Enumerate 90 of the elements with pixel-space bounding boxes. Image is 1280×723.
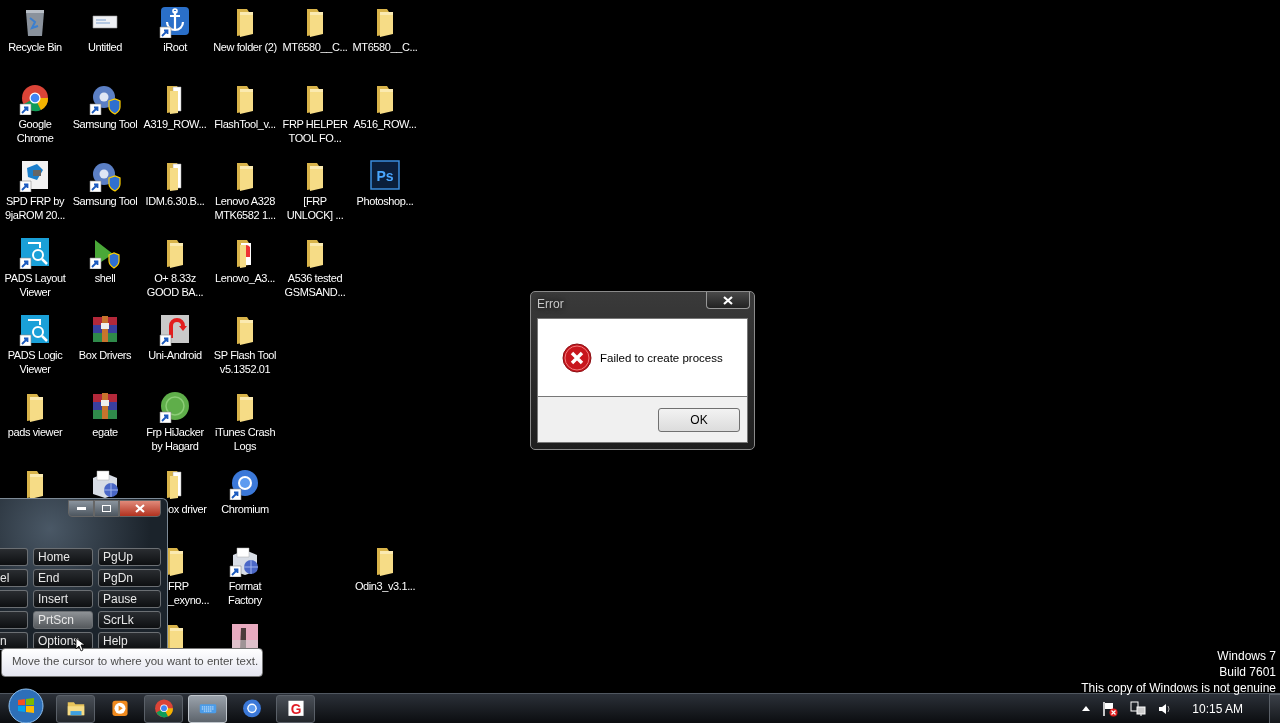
icon-label: Format Factory — [227, 579, 263, 607]
icon-label: Chromium — [220, 502, 270, 516]
icon-label: PADS Layout Viewer — [3, 271, 67, 299]
icon-label: FRP _exyno... — [168, 579, 211, 607]
icon-label: A536 tested GSMSAND... — [283, 271, 347, 299]
icon-label: Uni-Android — [147, 348, 203, 362]
installer-icon[interactable] — [229, 545, 261, 577]
close-button[interactable] — [706, 292, 750, 309]
tooltip: Move the cursor to where you want to enter text. — [1, 648, 263, 677]
minimize-icon — [76, 507, 86, 510]
icon-label: Photoshop... — [355, 194, 415, 208]
error-icon — [562, 342, 592, 373]
icon-label: New folder (2) — [212, 40, 278, 54]
icon-label: SP Flash Tool v5.1352.01 — [212, 348, 278, 376]
maximize-icon — [102, 505, 111, 512]
keyboard-key[interactable]: Pause — [98, 590, 161, 608]
keyboard-key[interactable]: el — [0, 569, 28, 587]
keyboard-key[interactable] — [0, 590, 28, 608]
icon-label: Samsung Tool — [71, 117, 139, 131]
flag-alert-icon[interactable] — [1102, 700, 1119, 717]
icon-label: O+ 8.33z GOOD BA... — [145, 271, 205, 299]
taskbar-button[interactable] — [144, 694, 183, 723]
icon-label: Frp HiJacker by Hagard — [145, 425, 205, 453]
icon-label: pads viewer — [6, 425, 64, 439]
speaker-icon[interactable] — [1158, 701, 1173, 716]
browser-icon[interactable] — [19, 83, 51, 115]
icon-label: A516_ROW... — [352, 117, 418, 131]
chart-search-icon[interactable] — [19, 314, 51, 346]
icon-label: Samsung Tool — [71, 194, 139, 208]
taskbar-button[interactable]: G — [276, 694, 315, 723]
keyboard-key[interactable]: n — [0, 632, 28, 649]
icon-label: shell — [93, 271, 117, 285]
keyboard-key[interactable]: End — [33, 569, 93, 587]
dialog-title: Error — [537, 297, 564, 313]
taskbar-button[interactable] — [188, 694, 227, 723]
icon-label: PADS Logic Viewer — [6, 348, 64, 376]
browser-icon[interactable] — [152, 697, 175, 720]
browser-icon[interactable] — [229, 468, 261, 500]
icon-label: ox driver — [168, 502, 208, 516]
keyboard-key[interactable]: Insert — [33, 590, 93, 608]
keyboard-key[interactable]: PgDn — [98, 569, 161, 587]
network-icon[interactable] — [1130, 700, 1147, 717]
watermark-text: Windows 7 — [1217, 648, 1276, 664]
gear-shield-icon[interactable] — [89, 83, 121, 115]
icon-label: iTunes Crash Logs — [213, 425, 277, 453]
icon-label: Recycle Bin — [7, 40, 63, 54]
clock[interactable]: 10:15 AM — [1192, 701, 1243, 716]
close-button[interactable] — [119, 500, 161, 517]
keyboard-key[interactable]: ScrLk — [98, 611, 161, 629]
round-app-icon[interactable] — [159, 391, 191, 423]
icon-label: FlashTool_v... — [213, 117, 277, 131]
icon-label: Lenovo A328 MTK6582 1... — [213, 194, 277, 222]
watermark-text: This copy of Windows is not genuine — [1081, 680, 1276, 696]
error-message: Failed to create process — [600, 351, 723, 364]
close-icon — [723, 295, 733, 305]
icon-label: SPD FRP by 9jaROM 20... — [4, 194, 66, 222]
icon-label: Odin3_v3.1... — [353, 579, 417, 593]
icon-label: Untitled — [86, 40, 124, 54]
chart-search-icon[interactable] — [19, 237, 51, 269]
icon-label: IDM.6.30.B... — [144, 194, 206, 208]
keyboard-key[interactable]: PgUp — [98, 548, 161, 566]
browser-icon[interactable] — [240, 697, 263, 720]
icon-label: FRP HELPER TOOL FO... — [281, 117, 349, 145]
tool-icon[interactable] — [19, 160, 51, 192]
close-icon — [135, 504, 145, 513]
watermark-text: Build 7601 — [1219, 664, 1276, 680]
keyboard-key[interactable] — [0, 611, 28, 629]
keyboard-key[interactable] — [0, 548, 28, 566]
gear-shield-icon[interactable] — [89, 160, 121, 192]
icon-label: MT6580__C... — [351, 40, 419, 54]
icon-label: MT6580__C... — [281, 40, 349, 54]
keyboard-key[interactable]: PrtScn — [33, 611, 93, 629]
icon-label: [FRP UNLOCK] ... — [285, 194, 345, 222]
start-button[interactable] — [8, 687, 44, 723]
icon-label: iRoot — [162, 40, 189, 54]
keyboard-key[interactable]: Home — [33, 548, 93, 566]
show-hidden-icons-icon[interactable] — [1082, 706, 1091, 711]
maximize-button[interactable] — [94, 500, 119, 517]
minimize-button[interactable] — [68, 500, 94, 517]
triangle-shield-icon[interactable] — [89, 237, 121, 269]
taskbar-button[interactable] — [56, 694, 95, 723]
editor-icon[interactable]: Ps — [369, 160, 401, 192]
icon-label: egate — [91, 425, 119, 439]
show-desktop-button[interactable] — [1269, 693, 1280, 723]
icon-label: Box Drivers — [77, 348, 133, 362]
ok-button[interactable]: OK — [658, 407, 740, 432]
icon-label: Lenovo_A3... — [214, 271, 276, 285]
anchor-icon[interactable] — [159, 6, 191, 38]
icon-label: Google Chrome — [15, 117, 55, 145]
icon-label: A319_ROW... — [142, 117, 208, 131]
